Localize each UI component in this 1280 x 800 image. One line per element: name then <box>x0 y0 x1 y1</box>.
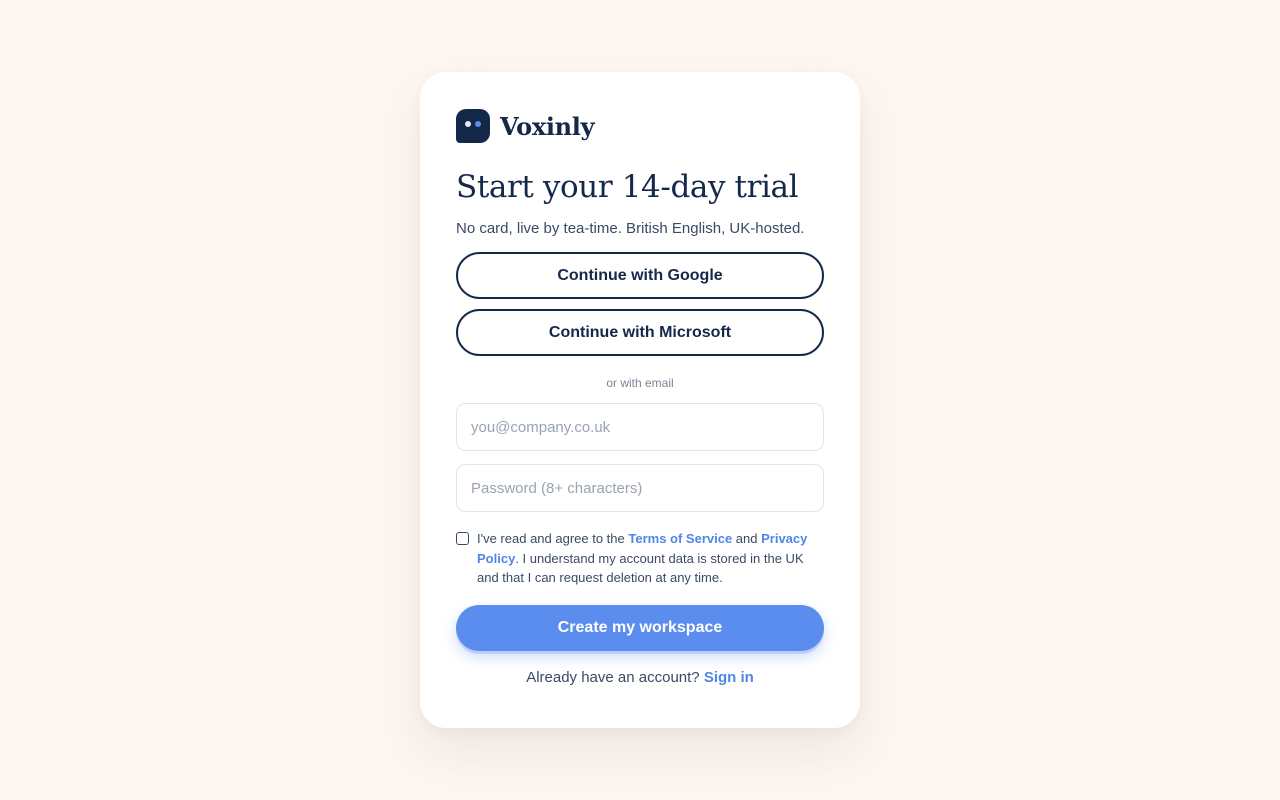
terms-of-service-link[interactable]: Terms of Service <box>628 531 732 546</box>
continue-with-microsoft-button[interactable]: Continue with Microsoft <box>456 309 824 356</box>
signin-prompt: Already have an account? <box>526 668 700 686</box>
email-divider: or with email <box>606 376 674 390</box>
signup-card: Voxinly Start your 14-day trial No card,… <box>420 72 860 728</box>
consent-prefix: I've read and agree to the <box>477 531 629 546</box>
sign-in-link[interactable]: Sign in <box>704 669 754 686</box>
logo-eye-left <box>465 121 471 127</box>
password-field[interactable] <box>456 464 824 512</box>
terms-consent-checkbox[interactable] <box>456 532 469 545</box>
consent-row: I've read and agree to the Terms of Serv… <box>456 529 824 588</box>
page-title: Start your 14-day trial <box>456 169 799 205</box>
page-subtitle: No card, live by tea-time. British Engli… <box>456 220 805 237</box>
consent-middle: and <box>732 531 762 546</box>
email-field[interactable] <box>456 403 824 451</box>
robot-face-icon <box>456 109 490 143</box>
consent-suffix: . I understand my account data is stored… <box>477 550 804 586</box>
consent-text: I've read and agree to the Terms of Serv… <box>477 529 824 588</box>
create-workspace-button[interactable]: Create my workspace <box>456 604 824 651</box>
signin-row: Already have an account? Sign in <box>456 668 824 688</box>
continue-with-google-button[interactable]: Continue with Google <box>456 252 824 299</box>
logo-eye-right <box>475 121 481 127</box>
brand-name: Voxinly <box>500 111 595 141</box>
brand-header: Voxinly <box>456 109 824 143</box>
